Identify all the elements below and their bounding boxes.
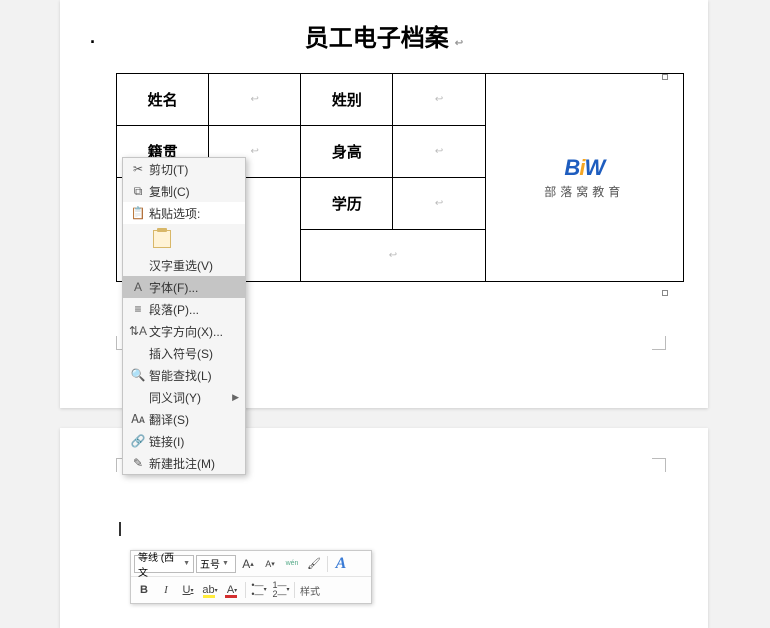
font-size-select[interactable]: 五号▼	[196, 555, 236, 573]
phonetic-guide-button[interactable]: wén	[282, 554, 302, 574]
styles-label[interactable]: 样式	[300, 583, 320, 598]
menu-font[interactable]: A 字体(F)...	[123, 276, 245, 298]
italic-button[interactable]: I	[156, 580, 176, 600]
cell-gender-value[interactable]: ↩	[393, 74, 485, 126]
cell-height-value[interactable]: ↩	[393, 126, 485, 178]
font-icon: A	[127, 280, 149, 294]
format-painter-button[interactable]: 🖌	[304, 554, 324, 574]
clipboard-icon: 📋	[127, 206, 149, 220]
cell-name-value[interactable]: ↩	[209, 74, 301, 126]
grow-font-button[interactable]: A▴	[238, 554, 258, 574]
menu-smart-lookup[interactable]: 🔍 智能查找(L)	[123, 364, 245, 386]
highlight-button[interactable]: ab▾	[200, 580, 220, 600]
menu-copy[interactable]: ⧉ 复制(C)	[123, 180, 245, 202]
menu-link[interactable]: 🔗 链接(I)	[123, 430, 245, 452]
scissors-icon: ✂	[127, 162, 149, 176]
text-caret	[119, 522, 121, 536]
comment-icon: ✎	[127, 456, 149, 470]
menu-synonyms[interactable]: 同义词(Y) ▶	[123, 386, 245, 408]
menu-paste-options-label: 📋 粘贴选项:	[123, 202, 245, 224]
number-list-button[interactable]: 1—2—▾	[271, 580, 291, 600]
font-name-select[interactable]: 等线 (西文▼	[134, 555, 194, 573]
styles-button[interactable]: A	[331, 554, 351, 574]
menu-insert-symbol[interactable]: 插入符号(S)	[123, 342, 245, 364]
link-icon: 🔗	[127, 434, 149, 448]
chevron-right-icon: ▶	[232, 392, 239, 403]
menu-translate[interactable]: 🗛 翻译(S)	[123, 408, 245, 430]
menu-new-comment[interactable]: ✎ 新建批注(M)	[123, 452, 245, 474]
cell-gender-label[interactable]: 姓别	[301, 74, 393, 126]
context-menu: ✂ 剪切(T) ⧉ 复制(C) 📋 粘贴选项: 汉字重选(V) A 字体(F).…	[122, 157, 246, 475]
cell-edu-value[interactable]: ↩	[393, 178, 485, 230]
page-corner	[652, 458, 666, 472]
bullet: ·	[90, 32, 96, 53]
menu-text-direction[interactable]: ⇅A 文字方向(X)...	[123, 320, 245, 342]
logo-subtitle: 部落窝教育	[487, 183, 682, 200]
text-direction-icon: ⇅A	[127, 324, 149, 338]
bullet-list-button[interactable]: •—•—▾	[249, 580, 269, 600]
table-handle[interactable]	[662, 74, 668, 80]
paste-keep-source-icon	[153, 230, 171, 248]
cell-edu-label[interactable]: 学历	[301, 178, 393, 230]
brush-icon: 🖌	[307, 557, 321, 570]
copy-icon: ⧉	[127, 184, 149, 199]
shrink-font-button[interactable]: A▾	[260, 554, 280, 574]
paragraph-icon: ≡	[127, 302, 149, 316]
translate-icon: 🗛	[127, 412, 149, 427]
menu-cut[interactable]: ✂ 剪切(T)	[123, 158, 245, 180]
table-handle[interactable]	[662, 290, 668, 296]
document-title[interactable]: 员工电子档案	[60, 0, 708, 73]
cell-bottom[interactable]: ↩	[301, 230, 485, 282]
font-color-button[interactable]: A▾	[222, 580, 242, 600]
cell-height-label[interactable]: 身高	[301, 126, 393, 178]
mini-toolbar: 等线 (西文▼ 五号▼ A▴ A▾ wén 🖌 A B I U▾ ab▾ A▾ …	[130, 550, 372, 604]
search-icon: 🔍	[127, 368, 149, 382]
page-corner	[652, 336, 666, 350]
logo-brand: BiW	[487, 155, 682, 181]
underline-button[interactable]: U▾	[178, 580, 198, 600]
cell-name-label[interactable]: 姓名	[117, 74, 209, 126]
bold-button[interactable]: B	[134, 580, 154, 600]
menu-paragraph[interactable]: ≡ 段落(P)...	[123, 298, 245, 320]
cell-logo[interactable]: BiW 部落窝教育	[485, 74, 683, 282]
menu-paste-option[interactable]	[123, 224, 245, 254]
menu-hanzi-reselect[interactable]: 汉字重选(V)	[123, 254, 245, 276]
